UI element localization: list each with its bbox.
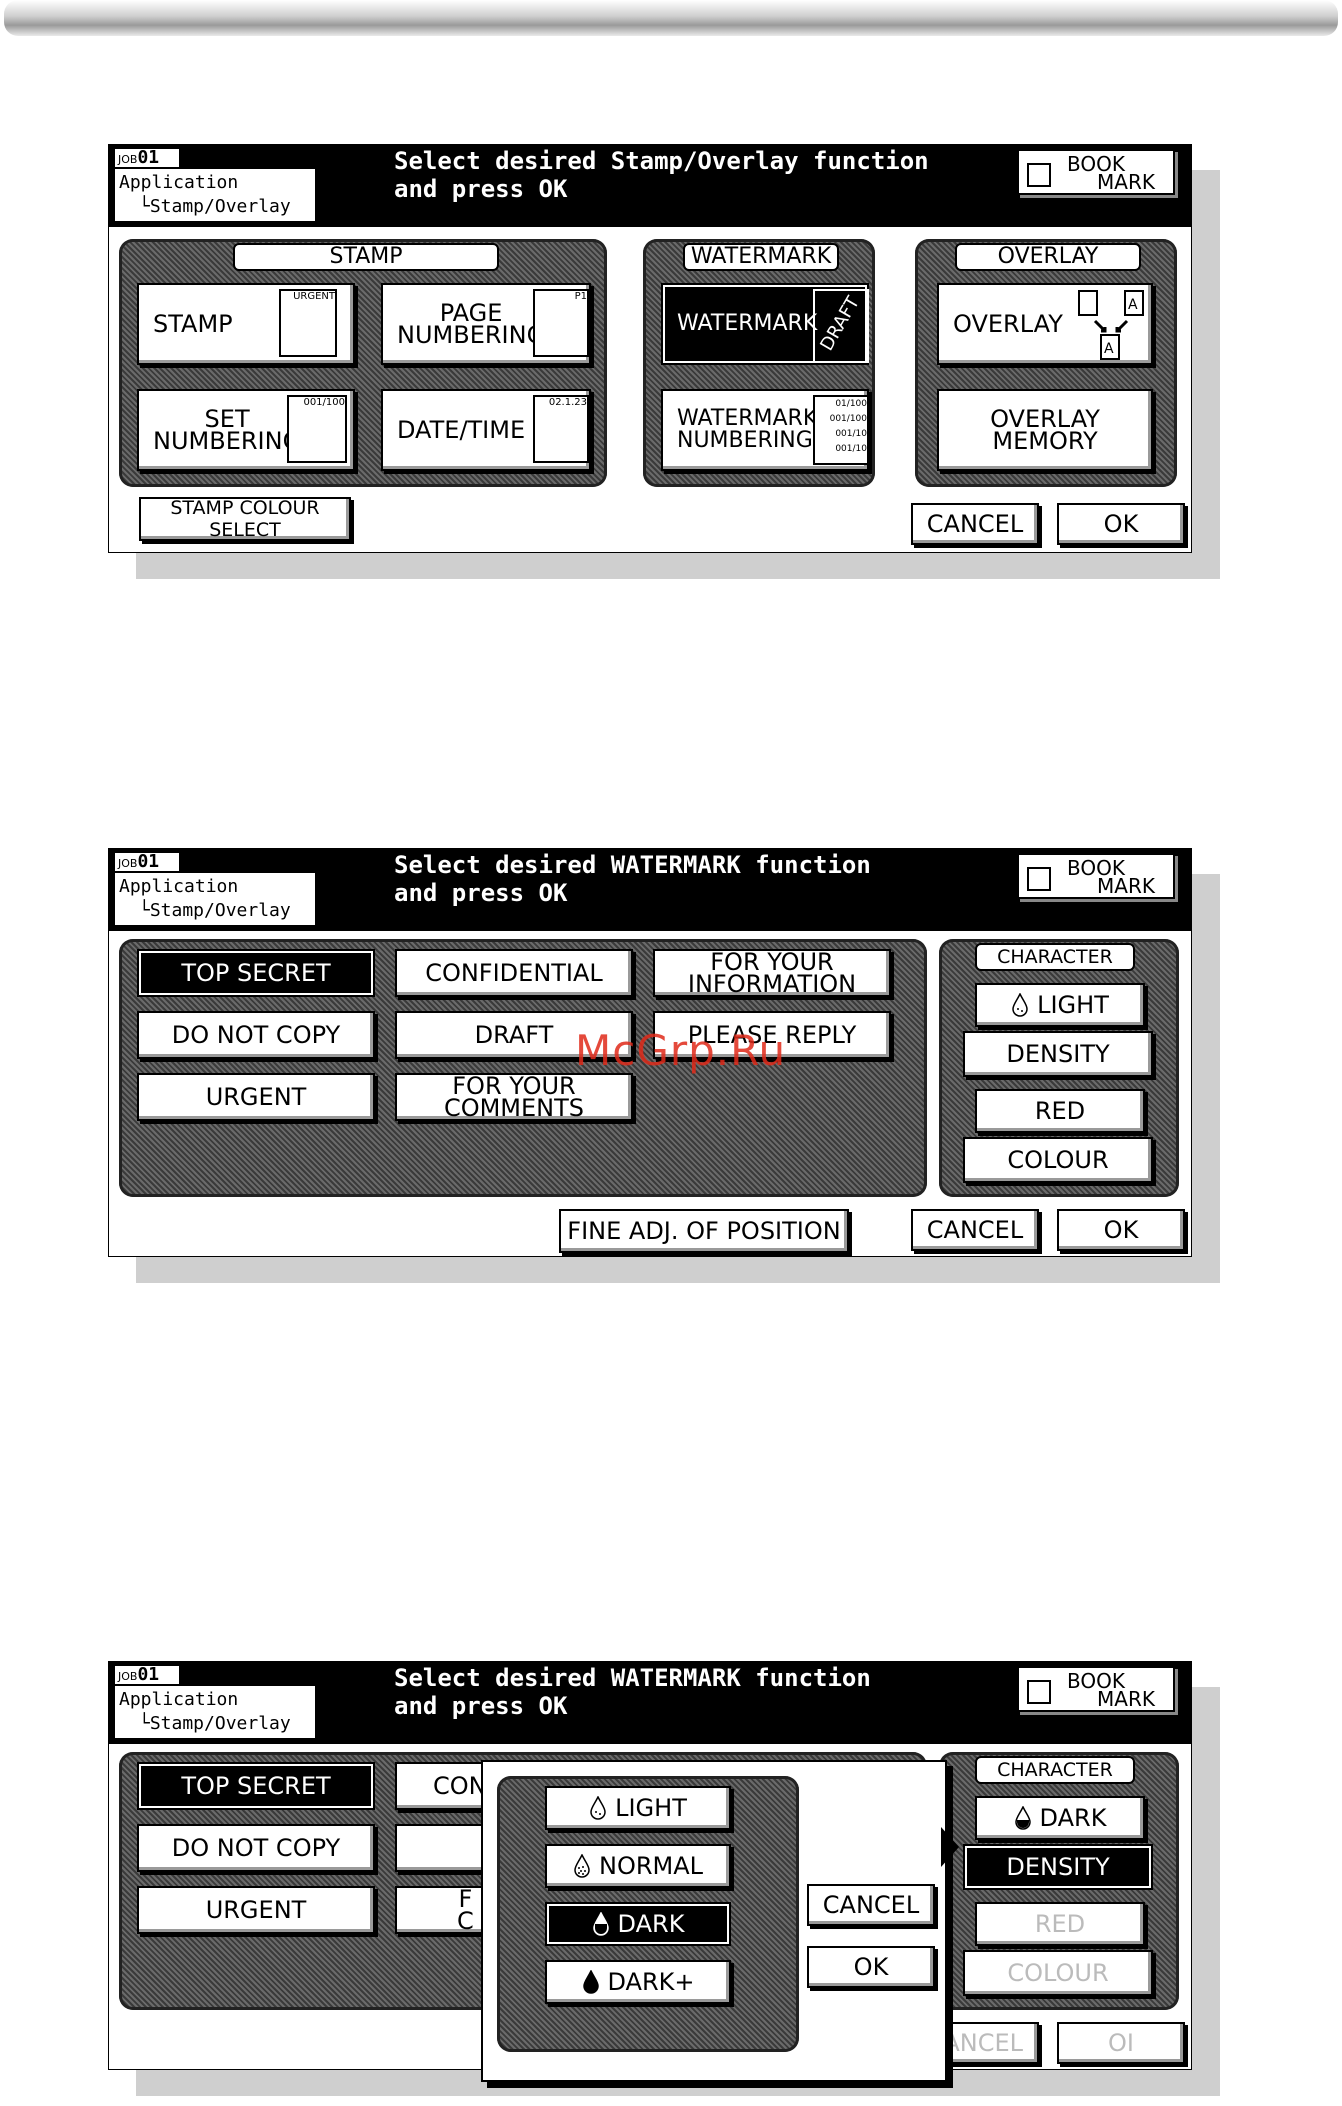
urgent-button[interactable]: URGENT: [137, 1073, 375, 1121]
stamp-overlay-screen: JOB01 Application └Stamp/Overlay Select …: [108, 144, 1192, 553]
breadcrumb: Application └Stamp/Overlay: [115, 1686, 315, 1738]
stamp-group-label: STAMP: [233, 243, 499, 271]
draft-icon: DRAFT: [813, 289, 869, 363]
breadcrumb: Application └Stamp/Overlay: [115, 169, 315, 221]
cancel-button[interactable]: CANCEL: [911, 503, 1039, 545]
top-secret-button[interactable]: TOP SECRET: [137, 949, 375, 997]
dark-indicator: DARK: [975, 1796, 1145, 1840]
screen-header: JOB01 Application └Stamp/Overlay Select …: [109, 849, 1191, 931]
light-density-button[interactable]: LIGHT: [545, 1786, 731, 1830]
screen-title: Select desired WATERMARK function and pre…: [394, 851, 871, 907]
screen-title: Select desired WATERMARK function and pre…: [394, 1664, 871, 1720]
light-drop-icon: [590, 1796, 606, 1820]
character-label: CHARACTER: [975, 1756, 1135, 1784]
popup-pointer: [941, 1827, 959, 1867]
urgent-button[interactable]: URGENT: [137, 1886, 375, 1934]
page-top-bar: [4, 0, 1338, 36]
watermark-group-label: WATERMARK: [683, 243, 839, 271]
date-time-button[interactable]: DATE/TIME 02.1.23: [381, 389, 591, 471]
screen-title: Select desired Stamp/Overlay function and…: [394, 147, 929, 203]
page-numbering-button[interactable]: PAGE NUMBERING P1: [381, 283, 591, 365]
character-panel: CHARACTER DARK DENSITY RED COLOUR: [939, 1752, 1179, 2010]
watermark-panel: WATERMARK WATERMARK DRAFT WATERMARK NUMBE…: [643, 239, 875, 487]
watermark-numbering-button[interactable]: WATERMARK NUMBERING 01/100 001/100 001/10 00…: [661, 389, 869, 471]
bookmark-button[interactable]: BOOK MARK: [1017, 853, 1175, 899]
screen-header: JOB01 Application └Stamp/Overlay Select …: [109, 1662, 1191, 1744]
dark-plus-drop-icon: [582, 1970, 599, 1994]
density-level-panel: LIGHT NORMAL DARK DARK+: [497, 1776, 799, 2052]
breadcrumb-app: Application: [119, 1689, 239, 1710]
set-number-icon: 001/100: [287, 395, 347, 463]
urgent-stamp-icon: URGENT: [279, 289, 337, 357]
do-not-copy-button[interactable]: DO NOT COPY: [137, 1011, 375, 1059]
density-button[interactable]: DENSITY: [963, 1031, 1153, 1077]
dark-drop-icon: [592, 1912, 609, 1936]
date-icon: 02.1.23: [533, 395, 589, 463]
light-drop-icon: [1012, 993, 1028, 1017]
overlay-memory-button[interactable]: OVERLAY MEMORY: [937, 389, 1153, 471]
top-secret-button[interactable]: TOP SECRET: [137, 1762, 375, 1810]
stamp-button[interactable]: STAMP URGENT: [137, 283, 355, 365]
svg-text:A: A: [1128, 297, 1138, 313]
normal-drop-icon: [574, 1854, 590, 1878]
dark-density-button[interactable]: DARK: [545, 1902, 731, 1946]
breadcrumb-sub: └Stamp/Overlay: [139, 196, 291, 217]
density-popup: LIGHT NORMAL DARK DARK+ CANCEL OK: [481, 1760, 947, 2082]
breadcrumb-sub: └Stamp/Overlay: [139, 900, 291, 921]
ok-button[interactable]: OK: [1057, 1209, 1185, 1251]
popup-cancel-button[interactable]: CANCEL: [807, 1884, 935, 1926]
overlay-merge-icon: A A: [1078, 290, 1144, 360]
breadcrumb-app: Application: [119, 876, 239, 897]
watermark-density-screen: JOB01 Application └Stamp/Overlay Select …: [108, 1661, 1192, 2082]
cancel-button[interactable]: CANCEL: [911, 1209, 1039, 1251]
stamp-colour-select-button[interactable]: STAMP COLOUR SELECT: [139, 497, 351, 541]
overlay-button[interactable]: OVERLAY A A: [937, 283, 1153, 365]
character-panel: CHARACTER LIGHT DENSITY RED COLOUR: [939, 939, 1179, 1197]
colour-button[interactable]: COLOUR: [963, 1137, 1153, 1183]
light-indicator: LIGHT: [975, 983, 1145, 1027]
breadcrumb: Application └Stamp/Overlay: [115, 873, 315, 925]
confidential-button[interactable]: CONFIDENTIAL: [395, 949, 633, 997]
dark-drop-icon: [1014, 1806, 1031, 1830]
screen-header: JOB01 Application └Stamp/Overlay Select …: [109, 145, 1191, 227]
ok-button[interactable]: OK: [1057, 503, 1185, 545]
checkbox-icon: [1027, 163, 1051, 187]
popup-ok-button[interactable]: OK: [807, 1946, 935, 1988]
normal-density-button[interactable]: NORMAL: [545, 1844, 731, 1888]
character-label: CHARACTER: [975, 943, 1135, 971]
bookmark-button[interactable]: BOOK MARK: [1017, 149, 1175, 195]
do-not-copy-button[interactable]: DO NOT COPY: [137, 1824, 375, 1872]
for-your-comments-button[interactable]: FOR YOUR COMMENTS: [395, 1073, 633, 1121]
job-indicator: JOB01: [115, 1666, 179, 1684]
watermark-button[interactable]: WATERMARK DRAFT: [661, 283, 869, 365]
overlay-group-label: OVERLAY: [955, 243, 1141, 271]
job-indicator: JOB01: [115, 149, 179, 167]
checkbox-icon: [1027, 1680, 1051, 1704]
breadcrumb-app: Application: [119, 172, 239, 193]
red-indicator: RED: [975, 1902, 1145, 1946]
for-your-information-button[interactable]: FOR YOUR INFORMATION: [653, 949, 891, 997]
fine-adj-position-button[interactable]: FINE ADJ. OF POSITION: [559, 1209, 849, 1253]
bookmark-button[interactable]: BOOK MARK: [1017, 1666, 1175, 1712]
watermark-number-icon: 01/100 001/100 001/10 001/10: [813, 395, 869, 465]
page-number-icon: P1: [533, 289, 589, 357]
colour-button[interactable]: COLOUR: [963, 1950, 1153, 1996]
watermark-type-panel: TOP SECRET CONFIDENTIAL FOR YOUR INFORMAT…: [119, 939, 927, 1197]
ok-button[interactable]: OI: [1057, 2022, 1185, 2064]
checkbox-icon: [1027, 867, 1051, 891]
density-button[interactable]: DENSITY: [963, 1844, 1153, 1890]
job-indicator: JOB01: [115, 853, 179, 871]
set-numbering-button[interactable]: SET NUMBERING 001/100: [137, 389, 355, 471]
site-watermark: McGrp.Ru: [575, 1026, 787, 1075]
breadcrumb-sub: └Stamp/Overlay: [139, 1713, 291, 1734]
stamp-panel: STAMP STAMP URGENT PAGE NUMBERING P1 SET N…: [119, 239, 607, 487]
svg-text:A: A: [1104, 341, 1114, 357]
red-indicator: RED: [975, 1089, 1145, 1133]
dark-plus-density-button[interactable]: DARK+: [545, 1960, 731, 2004]
overlay-panel: OVERLAY OVERLAY A A OVERLAY MEMORY: [915, 239, 1177, 487]
